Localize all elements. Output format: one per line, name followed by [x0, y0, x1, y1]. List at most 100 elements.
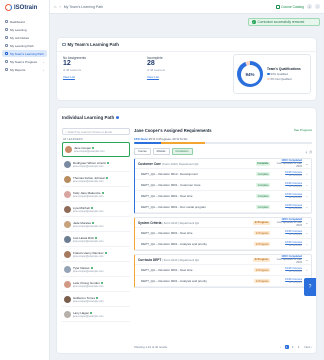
chevron-down-icon[interactable]: ⌄ [304, 258, 308, 262]
curriculum-row[interactable]: Curricula DEPT | Form 1010 | Department … [135, 255, 311, 265]
session-info: 10/15 Completed Last updated 22 Dec 2023 [272, 159, 302, 169]
avatar [64, 265, 71, 273]
requirement-name: DEPT_QA -- Revision 0001 - New Hire [141, 268, 193, 272]
page-button[interactable]: 3 [297, 345, 301, 349]
individual-title: Individual Learning Path i [62, 115, 119, 120]
sidebar-item[interactable]: My Learning [2, 26, 47, 33]
requirements-panel: Jane Cooper's Assigned Requirements See … [134, 126, 312, 349]
help-tab[interactable]: ? [304, 278, 316, 296]
chevron-down-icon[interactable]: ⌄ [304, 172, 308, 176]
no-assignments-sub: of 48 Learners [63, 68, 82, 72]
requirement-row[interactable]: DEPT_QA -- Revision 0001 - Doc social pr… [135, 202, 311, 213]
download-icon[interactable]: ⤓ [306, 150, 308, 154]
filter-chip[interactable]: Course [134, 148, 151, 155]
requirement-row[interactable]: DEPT_QA -- Revision 0012 - Development Co… [135, 169, 311, 180]
sidebar-item[interactable]: My Learning Path [2, 42, 47, 49]
sidebar-item[interactable]: Dashboard [2, 18, 47, 25]
filter-chip[interactable]: Module [152, 148, 170, 155]
curriculum-row[interactable]: Customer Care | Form 1010 | Department Q… [135, 159, 311, 169]
learner-email: jane.cooper@example.com [73, 284, 104, 288]
chevron-down-icon[interactable]: ⌄ [304, 268, 308, 272]
chevron-down-icon[interactable]: ⌄ [304, 205, 308, 209]
learner-name-text: Jade Morales [73, 220, 92, 225]
chevron-down-icon[interactable]: ⌄ [304, 231, 308, 235]
curriculum-title: Curricula DEPT [138, 257, 162, 262]
sidebar-item-label: My Learning [10, 27, 27, 32]
sidebar: ISOtrain Dashboard My Learning My Job Duti… [0, 0, 50, 360]
team-qualifications: 94% Team's Qualifications 94% Qualified … [233, 54, 311, 94]
learner-list-item[interactable]: Jane Cooper jane.cooper@example.com [62, 142, 130, 157]
learner-list-item[interactable]: Kelly Jane Makenzie jane.cooper@example.c… [62, 187, 130, 202]
session-info: 10/16 Courses 02-18-2024 [272, 182, 302, 188]
learner-list-item[interactable]: Lyra Mitchell jane.cooper@example.com [62, 202, 130, 217]
learner-list-item[interactable]: Jade Morales jane.cooper@example.com [62, 217, 130, 232]
avatar [64, 310, 71, 318]
course-catalog-button[interactable]: Course Catalog [276, 4, 304, 9]
check-icon: ✓ [252, 20, 256, 24]
breadcrumb[interactable]: My Team's Learning Path [64, 5, 103, 9]
no-assignments-view-list-link[interactable]: View List [63, 75, 153, 79]
learner-list-item[interactable]: Tyler Davies jane.cooper@example.com [62, 262, 130, 277]
success-toast: ✓ Curriculum successfully removed [248, 18, 320, 26]
learner-email: jane.cooper@example.com [73, 194, 104, 198]
page-button[interactable]: 2 [291, 345, 295, 349]
learner-name-text: Lany Hagen [73, 310, 90, 315]
session-date: 02-18-2024 [288, 233, 302, 236]
learner-list-item[interactable]: Francis Henry Ramirez jane.cooper@example… [62, 247, 130, 262]
learner-list-item[interactable]: Rodriguez Whom Arnold jane.cooper@example… [62, 157, 130, 172]
home-icon[interactable]: ⌂ [54, 4, 56, 9]
learner-email: jane.cooper@example.com [73, 164, 104, 168]
print-icon[interactable]: ⎙ [309, 150, 312, 154]
chevron-down-icon[interactable]: ⌄ [304, 194, 308, 198]
curriculum-group: Curricula DEPT | Form 1010 | Department … [134, 254, 312, 288]
progress-segment [134, 142, 161, 144]
status-dot-icon [104, 251, 107, 254]
learner-list-item[interactable]: Lany Hagen jane.cooper@example.com [62, 307, 130, 322]
prev-page-button[interactable]: ‹ [279, 345, 283, 349]
learner-search-input[interactable]: ⌕ Search by Learner's Name or Email [62, 128, 130, 135]
sidebar-item[interactable]: My Reports › [2, 66, 47, 73]
learner-list-item[interactable]: Guillermo Torres jane.cooper@example.com [62, 292, 130, 307]
filter-chip[interactable]: Curriculum [171, 148, 193, 155]
progress-summary: 15% Done 25 % In Progress, 20 % To Do [134, 137, 312, 141]
learner-name: Lelie Chung Gordon [73, 281, 103, 285]
sidebar-item[interactable]: My Team's Progress › [2, 58, 47, 65]
chevron-down-icon[interactable]: ⌄ [304, 183, 308, 187]
bell-icon[interactable]: • [307, 4, 312, 9]
qualification-donut: 94% [237, 61, 263, 87]
learner-email: jane.cooper@example.com [74, 150, 105, 153]
requirement-row[interactable]: DEPT_QA -- Revision 0001 - New Hire In Pr… [135, 265, 311, 276]
session-info: 10/15 Completed Last updated 22 Dec 2023 [272, 255, 302, 265]
requirement-row[interactable]: DEPT_QA -- Revision 0001 - New Hire In Pr… [135, 228, 311, 239]
requirement-row[interactable]: DEPT_QA -- Revision 0001 - New Hire Compl… [135, 191, 311, 202]
chevron-down-icon[interactable]: ⌄ [304, 162, 308, 166]
sidebar-item[interactable]: My Team's Learning Path [2, 50, 47, 57]
learner-list-item[interactable]: Luis Hesta Rich jane.cooper@example.com [62, 232, 130, 247]
requirements-title: Jane Cooper's Assigned Requirements [134, 127, 212, 133]
page-button[interactable]: 1 [284, 345, 289, 349]
avatar [65, 146, 72, 153]
requirement-row[interactable]: DEPT_QA -- Revision 0001 - Customer Care… [135, 180, 311, 191]
learner-name-text: Lelie Chung Gordon [73, 280, 100, 285]
search-placeholder: Search by Learner's Name or Email [67, 129, 112, 134]
see-progress-link[interactable]: See Progress [294, 128, 312, 132]
sidebar-item-label: My Reports [10, 67, 26, 72]
learner-name: Kelly Jane Makenzie [73, 191, 104, 195]
learner-email: jane.cooper@example.com [73, 254, 104, 258]
brand-logo[interactable]: ISOtrain [0, 0, 49, 17]
incomplete-view-list-link[interactable]: View List [147, 75, 237, 79]
user-avatar-icon[interactable]: ◦ [315, 4, 320, 9]
select-all-checkbox[interactable] [62, 42, 66, 47]
learner-list-item[interactable]: Lelie Chung Gordon jane.cooper@example.co… [62, 277, 130, 292]
session-date: 02-18-2024 [288, 244, 302, 247]
curriculum-row[interactable]: System Criteria | Form 1010 | Department… [135, 218, 311, 228]
sidebar-item[interactable]: My Job Duties [2, 34, 47, 41]
status-dot-icon [100, 281, 103, 284]
learner-list-item[interactable]: Thomas Fetton Johnson jane.cooper@example… [62, 172, 130, 187]
chevron-down-icon[interactable]: ⌄ [304, 242, 308, 246]
info-icon[interactable]: i [115, 115, 119, 119]
chevron-down-icon[interactable]: ⌄ [304, 221, 308, 225]
requirement-row[interactable]: DEPT_QA -- Revision 0001 - Analysis and … [135, 276, 311, 287]
requirement-row[interactable]: DEPT_QA -- Revision 0001 - Analysis and … [135, 239, 311, 250]
next-page-button[interactable]: Next › [305, 345, 312, 349]
